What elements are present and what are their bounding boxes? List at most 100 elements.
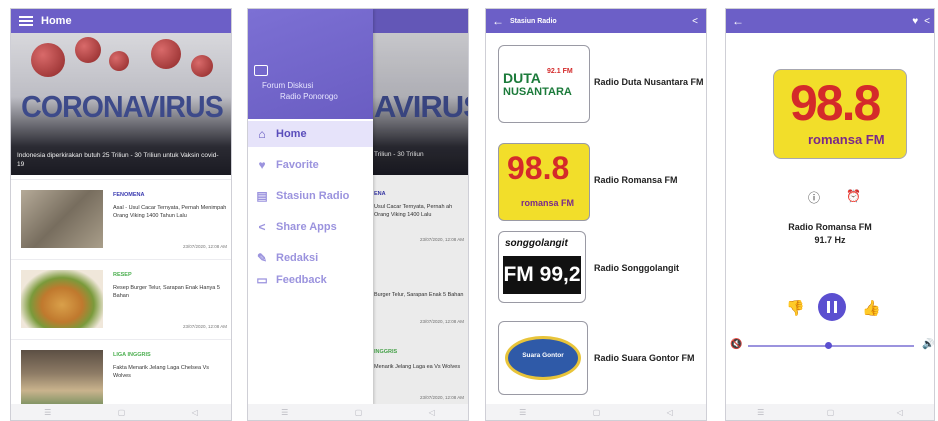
station-logo: 98.8 romansa FM <box>773 69 907 159</box>
system-nav-bar: ☰ ▢ ◁ <box>486 404 706 420</box>
heart-icon[interactable]: ♥ <box>912 16 918 27</box>
station-item[interactable]: DUTA 92.1 FM NUSANTARA Radio Duta Nusant… <box>486 43 706 129</box>
alarm-icon[interactable]: ⏰ <box>846 189 861 203</box>
logo-text: NUSANTARA <box>503 86 572 98</box>
app-bar: ← Stasiun Radio < <box>486 9 706 33</box>
station-item[interactable]: Suara Gontor Radio Suara Gontor FM <box>486 319 706 405</box>
station-frequency: 91.7 Hz <box>814 235 846 245</box>
volume-mute-icon[interactable]: 🔇 <box>730 339 742 350</box>
station-name: Radio Songgolangit <box>594 263 679 273</box>
pause-icon <box>827 301 830 313</box>
logo-frequency: 92.1 FM <box>547 68 573 75</box>
article-title: Resep Burger Telur, Sarapan Enak Hanya 5… <box>113 285 220 299</box>
drawer-item-favorite[interactable]: ♥ Favorite <box>248 152 373 178</box>
volume-up-icon[interactable]: 🔊 <box>922 339 934 350</box>
station-name: Radio Romansa FM <box>594 175 678 185</box>
heart-icon: ♥ <box>258 158 266 172</box>
drawer-item-label: Home <box>276 128 307 140</box>
pause-button[interactable] <box>818 293 846 321</box>
drawer-item-share-apps[interactable]: < Share Apps <box>248 214 373 240</box>
article-thumbnail <box>21 350 103 408</box>
system-nav-bar: ☰ ▢ ◁ <box>11 404 231 420</box>
home-nav-icon[interactable]: ▢ <box>355 408 363 417</box>
article-date: 23/07/2020, 12:08 AM <box>182 244 227 249</box>
page-title: Home <box>41 15 72 27</box>
volume-slider-thumb[interactable] <box>824 342 832 349</box>
station-logo: DUTA 92.1 FM NUSANTARA <box>498 45 590 123</box>
article-thumbnail <box>21 190 103 248</box>
menu-icon[interactable] <box>19 16 33 26</box>
station-item[interactable]: songgolangit FM 99,2 Radio Songgolangit <box>486 229 706 315</box>
station-logo: songgolangit FM 99,2 <box>498 231 586 303</box>
radio-icon: ▤ <box>256 189 268 203</box>
back-nav-icon[interactable]: ◁ <box>429 408 435 417</box>
station-name: Radio Suara Gontor FM <box>594 353 695 363</box>
article-thumbnail <box>21 270 103 328</box>
page-title: Stasiun Radio <box>510 17 557 25</box>
recents-icon[interactable]: ☰ <box>519 408 526 417</box>
recents-icon[interactable]: ☰ <box>281 408 288 417</box>
logo-text: Suara Gontor <box>522 352 564 359</box>
home-nav-icon[interactable]: ▢ <box>593 408 601 417</box>
logo-text: 98.8 <box>507 150 570 186</box>
article-title: Fakta Menarik Jelang Laga Chelsea Vs Wol… <box>113 365 209 379</box>
share-icon[interactable]: < <box>692 16 698 27</box>
recents-icon[interactable]: ☰ <box>757 408 764 417</box>
headline-banner[interactable]: CORONAVIRUS Indonesia diperkirakan butuh… <box>11 33 231 175</box>
back-arrow-icon[interactable]: ← <box>732 15 744 27</box>
station-item[interactable]: 98.8 romansa FM Radio Romansa FM <box>486 141 706 227</box>
screenshot-collage: Home CORONAVIRUS Indonesia diperkirakan … <box>0 0 938 421</box>
back-nav-icon[interactable]: ◁ <box>192 408 198 417</box>
drawer-header: Forum Diskusi Radio Ponorogo <box>248 9 373 119</box>
back-nav-icon[interactable]: ◁ <box>897 408 903 417</box>
back-nav-icon[interactable]: ◁ <box>667 408 673 417</box>
share-icon[interactable]: < <box>924 16 930 27</box>
app-bar: ← ♥ < <box>726 9 934 33</box>
logo-text: FM 99,2 <box>503 256 581 294</box>
article-category: LIGA INGGRIS <box>113 352 151 358</box>
system-nav-bar: ☰ ▢ ◁ <box>248 404 468 420</box>
drawer-item-label: Share Apps <box>276 221 337 233</box>
station-name: Radio Romansa FM <box>788 222 872 232</box>
station-logo: 98.8 romansa FM <box>498 143 590 221</box>
back-arrow-icon[interactable]: ← <box>492 15 504 27</box>
drawer-scrim[interactable] <box>373 9 468 406</box>
tools-icon: ✎ <box>256 251 268 265</box>
home-nav-icon[interactable]: ▢ <box>118 408 126 417</box>
article-category: FENOMENA <box>113 192 145 198</box>
drawer-item-label: Stasiun Radio <box>276 190 350 202</box>
drawer-item-label: Feedback <box>276 274 327 286</box>
station-logo: Suara Gontor <box>498 321 588 395</box>
virus-image <box>75 37 101 63</box>
logo-text: DUTA <box>503 70 541 86</box>
phone-drawer-screen: AVIRUS Triliun - 30 Triliun ENA Usul Cac… <box>247 8 469 421</box>
radio-icon <box>254 65 268 76</box>
info-icon[interactable]: ⓘ <box>808 189 820 206</box>
article-date: 23/07/2020, 12:08 AM <box>182 324 227 329</box>
home-nav-icon[interactable]: ▢ <box>827 408 835 417</box>
pause-icon <box>834 301 837 313</box>
headline-caption: Indonesia diperkirakan butuh 25 Triliun … <box>17 152 219 168</box>
share-icon: < <box>258 220 266 234</box>
feedback-icon: ▭ <box>256 273 268 287</box>
drawer-item-stasiun-radio[interactable]: ▤ Stasiun Radio <box>248 183 373 209</box>
headline-text: CORONAVIRUS <box>21 89 224 124</box>
article-card[interactable]: RESEP Resep Burger Telur, Sarapan Enak H… <box>11 259 231 337</box>
drawer-item-label: Favorite <box>276 159 319 171</box>
recents-icon[interactable]: ☰ <box>44 408 51 417</box>
phone-home-screen: Home CORONAVIRUS Indonesia diperkirakan … <box>10 8 232 421</box>
drawer-item-feedback[interactable]: ▭ Feedback <box>248 267 373 293</box>
drawer-item-label: Redaksi <box>276 252 319 264</box>
virus-image <box>31 43 65 77</box>
app-bar: Home <box>11 9 231 33</box>
logo-text: 98.8 <box>790 75 881 131</box>
thumbs-up-icon[interactable]: 👍 <box>862 299 881 317</box>
virus-image <box>151 39 181 69</box>
phone-player-screen: ← ♥ < 98.8 romansa FM ⓘ ⏰ Radio Romansa … <box>725 8 935 421</box>
thumbs-down-icon[interactable]: 👎 <box>786 299 805 317</box>
drawer-item-home[interactable]: ⌂ Home <box>248 121 373 147</box>
article-card[interactable]: FENOMENA Asal - Usul Cacar Ternyata, Per… <box>11 179 231 257</box>
home-icon: ⌂ <box>258 127 266 141</box>
drawer-subtitle: Radio Ponorogo <box>280 92 338 101</box>
virus-image <box>191 55 213 77</box>
